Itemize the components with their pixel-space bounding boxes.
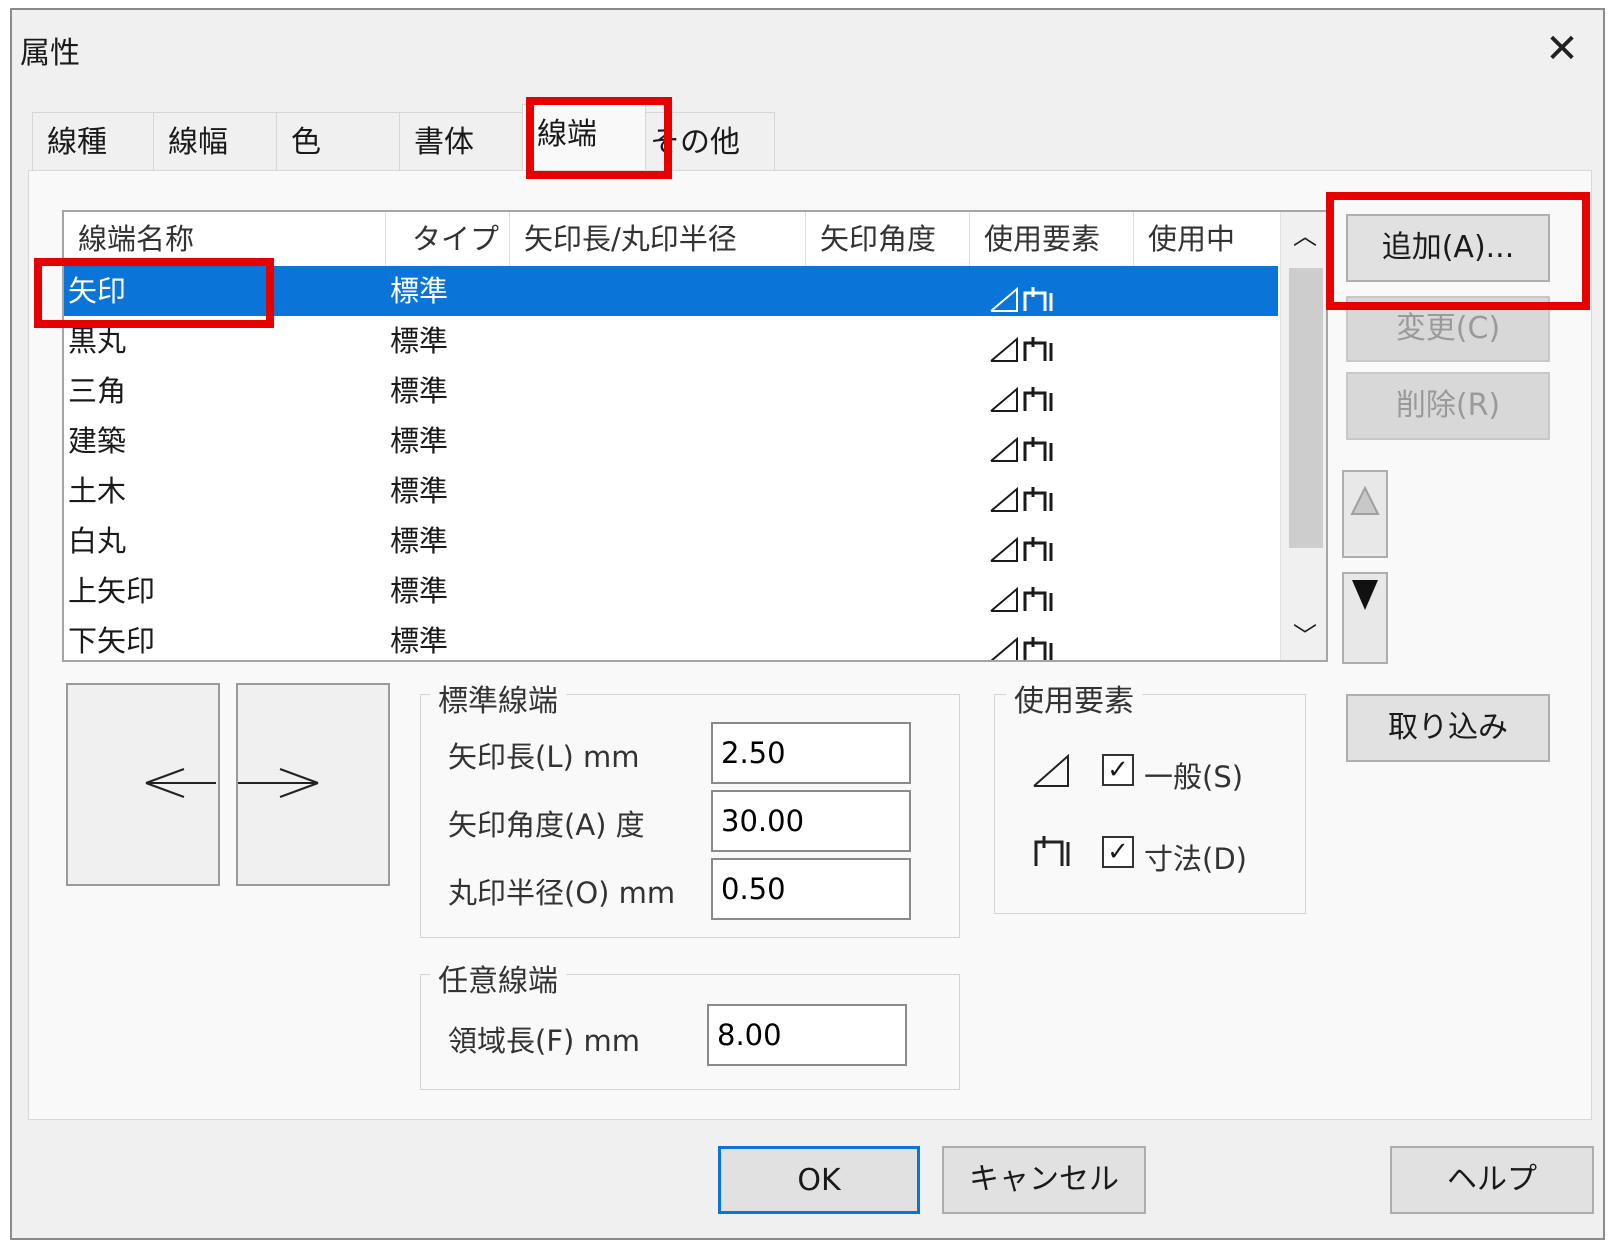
scroll-down-icon[interactable]: ﹀ bbox=[1293, 616, 1317, 651]
help-button-label: ヘルプ bbox=[1447, 1162, 1537, 1197]
usage-elements-icon bbox=[990, 486, 1053, 512]
tab-font[interactable]: 書体 bbox=[399, 112, 523, 172]
usage-elements-icon bbox=[990, 536, 1053, 562]
close-button[interactable]: ✕ bbox=[1537, 24, 1587, 74]
col-header-usage[interactable]: 使用要素 bbox=[970, 212, 1134, 266]
circle-radius-label: 丸印半径(O) mm bbox=[448, 876, 676, 910]
row-name: 三角 bbox=[68, 374, 127, 408]
tab-line-width[interactable]: 線幅 bbox=[153, 112, 277, 172]
table-row[interactable]: 黒丸 標準 bbox=[64, 316, 1278, 366]
move-up-button[interactable] bbox=[1342, 470, 1388, 558]
col-header-in-use[interactable]: 使用中 bbox=[1134, 212, 1280, 266]
general-element-icon bbox=[1033, 754, 1069, 787]
cancel-button-label: キャンセル bbox=[969, 1162, 1119, 1197]
usage-elements-icon bbox=[990, 286, 1053, 312]
table-row[interactable]: 建築 標準 bbox=[64, 416, 1278, 466]
row-name: 矢印 bbox=[68, 274, 127, 308]
help-button[interactable]: ヘルプ bbox=[1390, 1146, 1594, 1214]
arrow-length-input[interactable] bbox=[711, 722, 911, 784]
scroll-thumb[interactable] bbox=[1289, 268, 1323, 548]
left-end-preview bbox=[66, 683, 220, 886]
row-name: 上矢印 bbox=[68, 574, 156, 608]
table-row[interactable]: 土木 標準 bbox=[64, 466, 1278, 516]
scroll-up-icon[interactable]: ︿ bbox=[1293, 216, 1317, 251]
line-end-list[interactable]: 線端名称 タイプ 矢印長/丸印半径 矢印角度 使用要素 使用中 矢印 標準 黒丸 標準… bbox=[62, 210, 1328, 662]
delete-button[interactable]: 削除(R) bbox=[1346, 372, 1550, 440]
row-type: 標準 bbox=[390, 424, 449, 458]
table-row[interactable]: 白丸 標準 bbox=[64, 516, 1278, 566]
arrow-angle-label: 矢印角度(A) 度 bbox=[448, 808, 645, 842]
row-name: 下矢印 bbox=[68, 624, 156, 658]
delete-button-label: 削除(R) bbox=[1395, 388, 1501, 423]
general-check-icon: ✓ bbox=[1107, 755, 1129, 785]
row-type: 標準 bbox=[390, 624, 449, 658]
ok-button[interactable]: OK bbox=[718, 1146, 920, 1214]
row-type: 標準 bbox=[390, 274, 449, 308]
tab-line-end[interactable]: 線端 bbox=[522, 104, 646, 172]
tab-other[interactable]: その他 bbox=[645, 112, 775, 172]
region-length-label: 領域長(F) mm bbox=[448, 1024, 641, 1058]
usage-group-title: 使用要素 bbox=[1006, 676, 1142, 720]
col-header-name[interactable]: 線端名称 bbox=[64, 212, 386, 266]
table-row[interactable]: 三角 標準 bbox=[64, 366, 1278, 416]
arrow-angle-input[interactable] bbox=[711, 790, 911, 852]
list-scrollbar[interactable]: ︿ ﹀ bbox=[1280, 212, 1326, 660]
col-header-angle[interactable]: 矢印角度 bbox=[806, 212, 970, 266]
add-button[interactable]: 追加(A)... bbox=[1346, 214, 1550, 282]
circle-radius-input[interactable] bbox=[711, 858, 911, 920]
arrow-length-label: 矢印長(L) mm bbox=[448, 740, 640, 774]
row-type: 標準 bbox=[390, 524, 449, 558]
row-name: 黒丸 bbox=[68, 324, 127, 358]
general-label: 一般(S) bbox=[1144, 760, 1244, 794]
table-row[interactable]: 上矢印 標準 bbox=[64, 566, 1278, 616]
table-row[interactable]: 矢印 標準 bbox=[64, 266, 1278, 316]
usage-elements-icon bbox=[990, 636, 1053, 660]
standard-group-title: 標準線端 bbox=[430, 676, 566, 720]
usage-elements-icon bbox=[990, 386, 1053, 412]
col-header-length[interactable]: 矢印長/丸印半径 bbox=[510, 212, 806, 266]
usage-elements-group bbox=[994, 694, 1306, 914]
table-row[interactable]: 下矢印 標準 bbox=[64, 616, 1278, 660]
move-down-icon bbox=[1352, 580, 1378, 610]
dimension-label: 寸法(D) bbox=[1144, 842, 1247, 876]
dimension-element-icon bbox=[1034, 836, 1070, 866]
row-name: 建築 bbox=[68, 424, 127, 458]
import-button[interactable]: 取り込み bbox=[1346, 694, 1550, 762]
row-type: 標準 bbox=[390, 374, 449, 408]
dialog-title: 属性 bbox=[20, 36, 80, 71]
close-icon: ✕ bbox=[1545, 26, 1579, 72]
add-button-label: 追加(A)... bbox=[1381, 230, 1515, 265]
import-button-label: 取り込み bbox=[1388, 710, 1508, 745]
custom-group-title: 任意線端 bbox=[430, 956, 566, 1000]
dimension-checkbox[interactable]: ✓ bbox=[1102, 836, 1134, 868]
row-name: 白丸 bbox=[68, 524, 127, 558]
right-end-preview bbox=[236, 683, 390, 886]
change-button[interactable]: 変更(C) bbox=[1346, 296, 1550, 362]
left-arrow-icon bbox=[145, 768, 216, 798]
general-checkbox[interactable]: ✓ bbox=[1102, 754, 1134, 786]
tab-color[interactable]: 色 bbox=[276, 112, 400, 172]
dimension-check-icon: ✓ bbox=[1107, 837, 1129, 867]
row-type: 標準 bbox=[390, 324, 449, 358]
usage-elements-icon bbox=[990, 586, 1053, 612]
ok-button-label: OK bbox=[797, 1163, 841, 1198]
right-arrow-icon bbox=[238, 768, 319, 798]
usage-elements-icon bbox=[990, 336, 1053, 362]
region-length-input[interactable] bbox=[707, 1004, 907, 1066]
row-name: 土木 bbox=[68, 474, 127, 508]
usage-elements-icon bbox=[990, 436, 1053, 462]
tab-line-type[interactable]: 線種 bbox=[32, 112, 154, 172]
change-button-label: 変更(C) bbox=[1395, 311, 1501, 346]
col-header-type[interactable]: タイプ bbox=[386, 212, 510, 266]
move-up-icon bbox=[1350, 485, 1380, 515]
move-down-button[interactable] bbox=[1342, 572, 1388, 664]
row-type: 標準 bbox=[390, 574, 449, 608]
row-type: 標準 bbox=[390, 474, 449, 508]
cancel-button[interactable]: キャンセル bbox=[942, 1146, 1146, 1214]
